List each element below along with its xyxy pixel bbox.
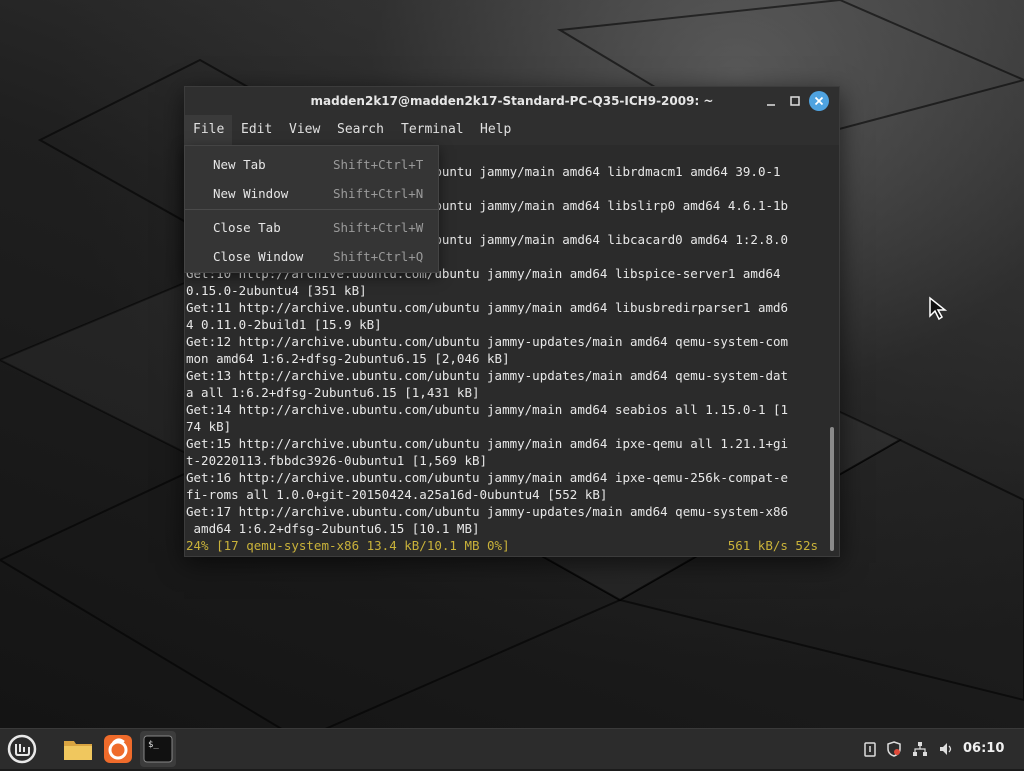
mouse-pointer-icon — [928, 296, 948, 326]
menu-item-new-window[interactable]: New Window Shift+Ctrl+N — [185, 180, 438, 208]
close-button[interactable] — [809, 91, 829, 111]
clipboard-icon[interactable] — [862, 741, 878, 757]
menu-file[interactable]: File — [185, 115, 233, 145]
close-icon — [814, 96, 824, 106]
menu-item-shortcut: Shift+Ctrl+W — [333, 220, 424, 235]
menu-item-shortcut: Shift+Ctrl+T — [333, 157, 424, 172]
scrollbar[interactable] — [830, 427, 834, 551]
terminal-line: Get:12 http://archive.ubuntu.com/ubuntu … — [186, 334, 789, 349]
terminal-line: Get:11 http://archive.ubuntu.com/ubuntu … — [186, 300, 789, 315]
menu-search[interactable]: Search — [329, 115, 392, 145]
terminal-line: 4 0.11.0-2build1 [15.9 kB] — [186, 317, 382, 332]
menu-help[interactable]: Help — [472, 115, 519, 145]
volume-icon[interactable] — [938, 741, 954, 757]
menu-item-label: New Window — [213, 186, 289, 201]
menu-separator — [185, 209, 438, 210]
terminal-line: mon amd64 1:6.2+dfsg-2ubuntu6.15 [2,046 … — [186, 351, 510, 366]
terminal-line: a all 1:6.2+dfsg-2ubuntu6.15 [1,431 kB] — [186, 385, 480, 400]
terminal-line: 0.15.0-2ubuntu4 [351 kB] — [186, 283, 367, 298]
terminal-line: Get:16 http://archive.ubuntu.com/ubuntu … — [186, 470, 789, 485]
taskbar: $_ 06:10 — [0, 728, 1024, 769]
progress-status: 24% [17 qemu-system-x86 13.4 kB/10.1 MB … — [186, 538, 510, 553]
menu-terminal[interactable]: Terminal — [393, 115, 472, 145]
terminal-line: t-20220113.fbbdc3926-0ubuntu1 [1,569 kB] — [186, 453, 488, 468]
shield-icon[interactable] — [886, 741, 902, 757]
terminal-line: Get:15 http://archive.ubuntu.com/ubuntu … — [186, 436, 789, 451]
terminal-line: fi-roms all 1.0.0+git-20150424.a25a16d-0… — [186, 487, 608, 502]
clock[interactable]: 06:10 — [963, 729, 1004, 769]
menu-item-label: New Tab — [213, 157, 266, 172]
title-bar[interactable]: madden2k17@madden2k17-Standard-PC-Q35-IC… — [185, 87, 839, 115]
menu-item-close-tab[interactable]: Close Tab Shift+Ctrl+W — [185, 214, 438, 242]
firefox-icon[interactable] — [102, 733, 134, 765]
mint-menu-icon[interactable] — [6, 733, 38, 765]
window-title: madden2k17@madden2k17-Standard-PC-Q35-IC… — [310, 94, 714, 108]
menu-item-label: Close Window — [213, 249, 304, 264]
terminal-line: Get:13 http://archive.ubuntu.com/ubuntu … — [186, 368, 789, 383]
terminal-line: Get:14 http://archive.ubuntu.com/ubuntu … — [186, 402, 789, 417]
network-icon[interactable] — [912, 741, 928, 757]
menu-bar: File Edit View Search Terminal Help — [185, 115, 839, 145]
menu-item-label: Close Tab — [213, 220, 281, 235]
maximize-icon — [790, 96, 800, 106]
terminal-line: amd64 1:6.2+dfsg-2ubuntu6.15 [10.1 MB] — [186, 521, 480, 536]
files-icon[interactable] — [62, 733, 94, 765]
menu-item-shortcut: Shift+Ctrl+Q — [333, 249, 424, 264]
download-rate: 561 kB/s 52s — [727, 538, 818, 553]
menu-edit[interactable]: Edit — [233, 115, 280, 145]
terminal-line: Get:17 http://archive.ubuntu.com/ubuntu … — [186, 504, 789, 519]
menu-item-close-window[interactable]: Close Window Shift+Ctrl+Q — [185, 243, 438, 271]
terminal-line: 74 kB] — [186, 419, 232, 434]
minimize-button[interactable] — [761, 91, 781, 111]
svg-text:$_: $_ — [148, 740, 159, 750]
minimize-icon — [767, 104, 775, 106]
menu-item-shortcut: Shift+Ctrl+N — [333, 186, 424, 201]
terminal-icon[interactable]: $_ — [140, 731, 176, 767]
menu-item-new-tab[interactable]: New Tab Shift+Ctrl+T — [185, 151, 438, 179]
file-dropdown-menu: New Tab Shift+Ctrl+T New Window Shift+Ct… — [184, 145, 439, 273]
menu-view[interactable]: View — [281, 115, 328, 145]
maximize-button[interactable] — [785, 91, 805, 111]
